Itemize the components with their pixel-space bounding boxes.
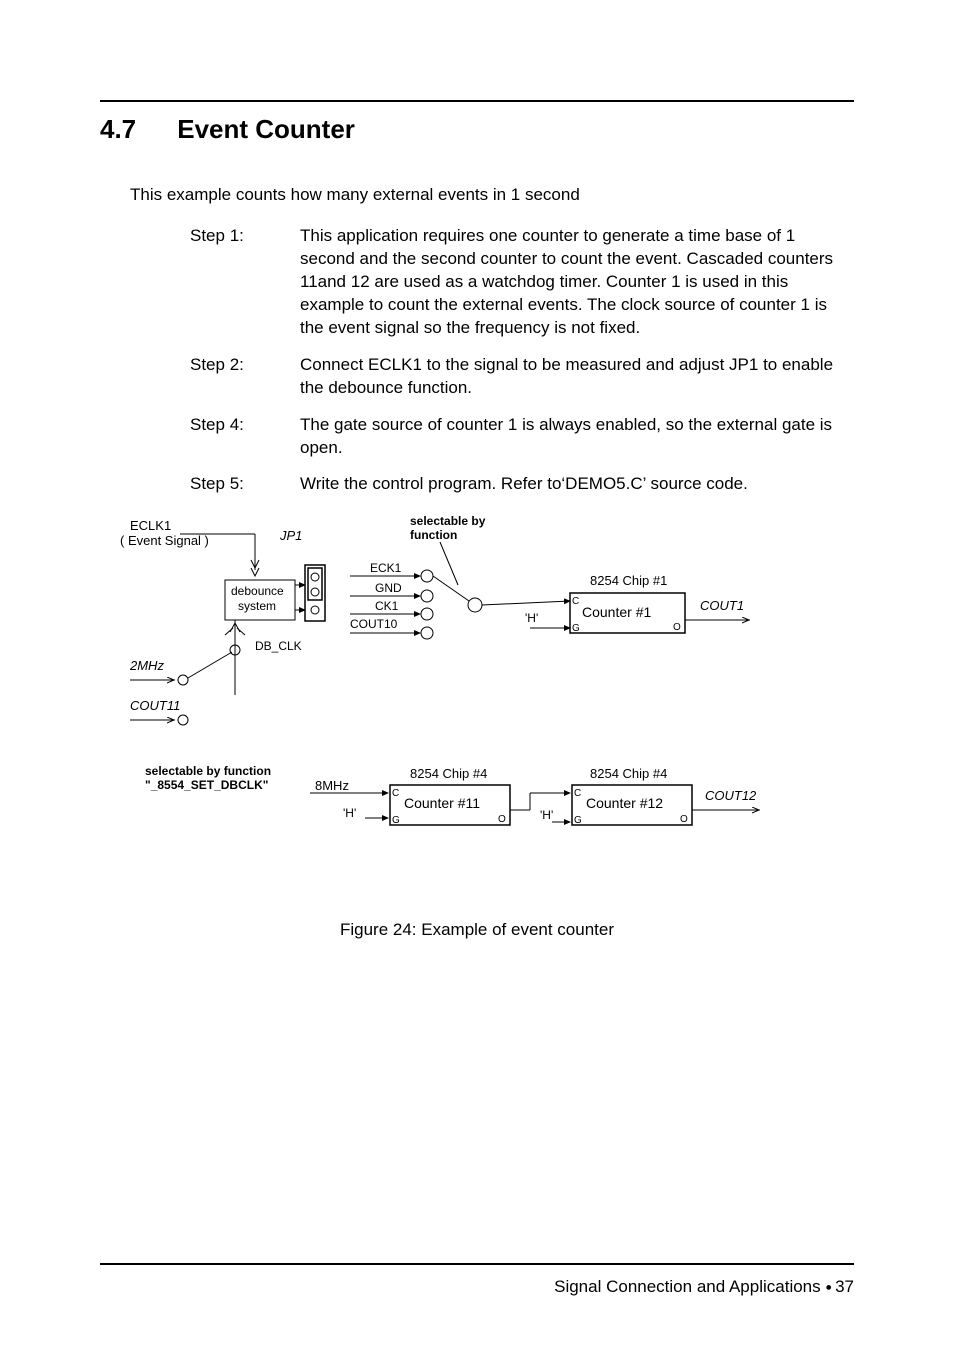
chip4b-label: 8254 Chip #4 (590, 766, 667, 781)
ck1-label: CK1 (375, 599, 399, 613)
figure-caption: Figure 24: Example of event counter (100, 920, 854, 940)
step-row: Step 5: Write the control program. Refer… (190, 473, 854, 496)
selnote-b: function (410, 528, 457, 542)
steps-list: Step 1: This application requires one co… (190, 225, 854, 496)
counter12-label: Counter #12 (586, 795, 663, 811)
footer-page: 37 (835, 1277, 854, 1296)
g1-label: G (572, 623, 580, 634)
c2-label: C (392, 788, 399, 799)
page-footer: Signal Connection and Applications ● 37 (100, 1263, 854, 1297)
g2-label: G (392, 815, 400, 826)
chip1-label: 8254 Chip #1 (590, 573, 667, 588)
footer-section: Signal Connection and Applications (554, 1277, 821, 1296)
cout10-label: COUT10 (350, 617, 398, 631)
intro-text: This example counts how many external ev… (130, 185, 854, 205)
step-label: Step 2: (190, 354, 300, 400)
step-label: Step 1: (190, 225, 300, 340)
h3-label: 'H' (540, 808, 553, 822)
eightMHz-label: 8MHz (315, 778, 349, 793)
step-text: The gate source of counter 1 is always e… (300, 414, 854, 460)
chip4a-label: 8254 Chip #4 (410, 766, 487, 781)
step-label: Step 5: (190, 473, 300, 496)
diagram: ECLK1 ( Event Signal ) JP1 selectable by… (120, 510, 854, 890)
selfunc-b: "_8554_SET_DBCLK" (145, 778, 268, 792)
gnd-label: GND (375, 581, 402, 595)
footer-rule (100, 1263, 854, 1265)
step-text: Connect ECLK1 to the signal to be measur… (300, 354, 854, 400)
c3-label: C (574, 788, 581, 799)
counter1-label: Counter #1 (582, 604, 651, 620)
section-number: 4.7 (100, 114, 170, 145)
bullet-icon: ● (825, 1282, 835, 1294)
footer-text: Signal Connection and Applications ● 37 (100, 1277, 854, 1297)
debounce-b: system (238, 599, 276, 613)
step-row: Step 2: Connect ECLK1 to the signal to b… (190, 354, 854, 400)
section-title: Event Counter (177, 114, 355, 144)
o3-label: O (680, 814, 688, 825)
debounce-a: debounce (231, 584, 284, 598)
h2-label: 'H' (343, 806, 356, 820)
selfunc-a: selectable by function (145, 764, 271, 778)
cout11-label: COUT11 (130, 698, 180, 713)
selnote-a: selectable by (410, 514, 486, 528)
eclk1-label: ECLK1 (130, 518, 171, 533)
counter11-label: Counter #11 (404, 795, 480, 811)
cout1-label: COUT1 (700, 598, 744, 613)
dbclk-label: DB_CLK (255, 639, 302, 653)
step-text: This application requires one counter to… (300, 225, 854, 340)
top-rule (100, 100, 854, 102)
eclk1-label2: ( Event Signal ) (120, 533, 209, 548)
c1-label: C (572, 596, 579, 607)
g3-label: G (574, 815, 582, 826)
step-row: Step 1: This application requires one co… (190, 225, 854, 340)
section-heading: 4.7 Event Counter (100, 114, 854, 145)
h1-label: 'H' (525, 611, 538, 625)
step-label: Step 4: (190, 414, 300, 460)
eck1-label: ECK1 (370, 561, 402, 575)
jp1-label: JP1 (279, 528, 302, 543)
o2-label: O (498, 814, 506, 825)
twoMHz-label: 2MHz (129, 658, 164, 673)
o1-label: O (673, 622, 681, 633)
step-row: Step 4: The gate source of counter 1 is … (190, 414, 854, 460)
cout12-label: COUT12 (705, 788, 757, 803)
step-text: Write the control program. Refer to‘DEMO… (300, 473, 854, 496)
